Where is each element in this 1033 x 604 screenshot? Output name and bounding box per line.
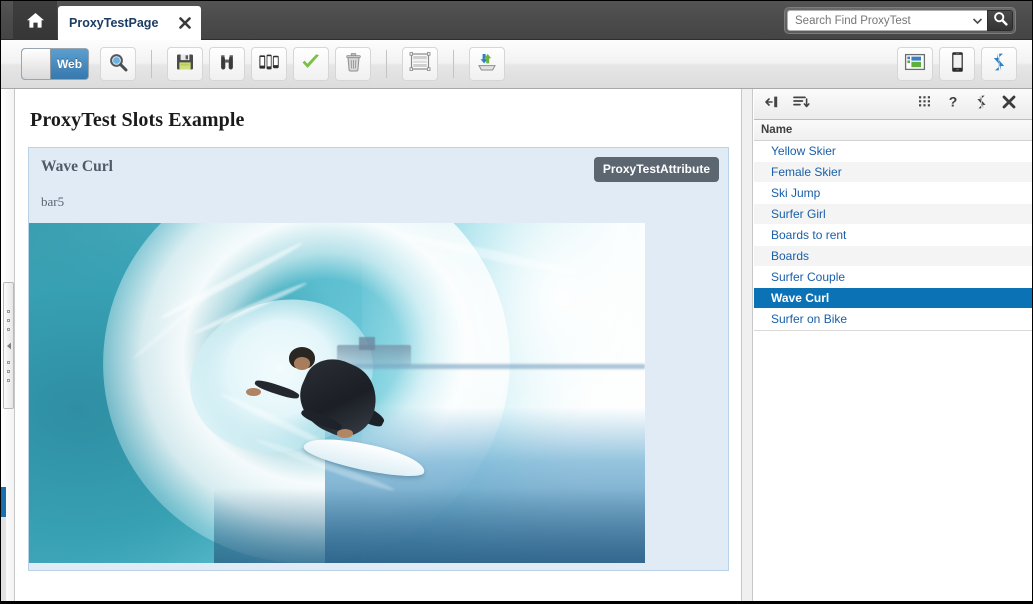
desktop-preview-button[interactable] [897,47,933,81]
left-splitter-rail[interactable] [1,89,15,603]
collapse-left-icon[interactable] [6,337,12,355]
import-export-icon [476,52,498,77]
slot-card: ProxyTestAttribute Wave Curl bar5 [28,147,729,571]
content-vertical-scrollbar[interactable] [741,89,753,603]
search-input[interactable]: Search Find ProxyTest [787,10,987,31]
web-toggle[interactable]: Web [21,48,89,80]
window-bottom-edge [1,601,1032,603]
collapse-panel-button[interactable] [760,92,786,116]
list-item[interactable]: Surfer on Bike [754,309,1032,330]
close-panel-button[interactable] [996,92,1022,116]
magnifier-icon [107,51,129,78]
svg-text:?: ? [949,94,958,109]
search-icon [993,11,1008,31]
surfer-in-wave-barrel-photo [29,223,645,563]
smartphone-icon [950,51,965,78]
toolbar-separator [386,50,387,78]
binoculars-icon [217,52,237,77]
help-icon: ? [947,93,959,114]
close-icon[interactable] [177,15,193,31]
list-item[interactable]: Yellow Skier [754,141,1032,162]
home-button[interactable] [13,1,57,40]
home-icon [26,12,45,29]
grid-dots-icon [918,95,933,113]
refresh-panel-button[interactable] [968,92,994,116]
photo-surfer-hand-front [245,387,261,397]
tab-label: ProxyTestPage [69,16,159,30]
collapse-panel-icon [765,95,781,114]
desktop-screen-icon [904,53,926,76]
title-bar: ProxyTestPage Search Find ProxyTest [1,1,1032,40]
slot-list: Yellow Skier Female Skier Ski Jump Surfer G… [754,141,1032,330]
grip-dot [7,327,10,331]
sort-button[interactable] [788,92,814,116]
layout-rows-icon [409,52,431,76]
toolbar-separator [151,50,152,78]
grid-view-button[interactable] [912,92,938,116]
grip-dot [7,318,10,322]
help-button[interactable]: ? [940,92,966,116]
layout-button[interactable] [402,47,438,81]
refresh-button[interactable] [981,47,1017,81]
green-check-icon [300,52,322,77]
list-item[interactable]: Surfer Couple [754,267,1032,288]
page-title: ProxyTest Slots Example [30,109,245,131]
photo-surfer-hand-back [337,428,354,438]
grip-dot [7,309,10,313]
application-window: ProxyTestPage Search Find ProxyTest Web … [0,0,1033,604]
workspace: ProxyTest Slots Example ProxyTestAttribu… [1,89,1032,603]
save-button[interactable] [167,47,203,81]
photo-surfer-face [293,357,310,370]
list-item[interactable]: Boards to rent [754,225,1032,246]
publish-button[interactable] [469,47,505,81]
photo-horizon [324,364,645,369]
list-item[interactable]: Surfer Girl [754,204,1032,225]
toggle-knob [22,49,51,79]
devices-icon [258,52,280,77]
rail-scroll-track[interactable] [1,517,6,603]
list-item[interactable]: Boards [754,246,1032,267]
web-toggle-label: Web [51,49,88,79]
mobile-preview-button[interactable] [939,47,975,81]
list-item[interactable]: Female Skier [754,162,1032,183]
floppy-disk-icon [175,52,195,77]
search-input-text: Search Find ProxyTest [795,14,911,27]
sort-descending-icon [792,95,810,114]
list-item[interactable]: Wave Curl [754,288,1032,309]
toolbar-separator [453,50,454,78]
delete-button[interactable] [335,47,371,81]
column-header-name: Name [761,124,793,136]
right-panel: ? Name Yellow Skier Female Skier Ski Jum… [754,89,1032,603]
list-end-divider [754,330,1032,331]
photo-pier-tower [358,336,375,351]
right-panel-toolbar: ? [754,89,1032,120]
tab-proxytestpage[interactable]: ProxyTestPage [58,6,201,40]
find-button[interactable] [209,47,245,81]
chevron-down-icon[interactable] [971,11,983,30]
main-toolbar: Web [1,40,1032,89]
content-pane: ProxyTest Slots Example ProxyTestAttribu… [16,89,741,603]
list-column-header: Name [754,120,1032,141]
proxytest-attribute-badge[interactable]: ProxyTestAttribute [593,157,719,182]
sync-arrows-icon [973,94,990,115]
search-button[interactable] [987,10,1013,31]
grip-dot [7,369,10,373]
trash-can-icon [344,52,363,77]
grip-dot [7,360,10,364]
close-icon [1002,95,1016,114]
splitter-handle[interactable] [3,282,14,409]
sync-arrows-icon [988,51,1010,78]
validate-button[interactable] [293,47,329,81]
list-item[interactable]: Ski Jump [754,183,1032,204]
search-box[interactable]: Search Find ProxyTest [784,7,1016,34]
grip-dot [7,378,10,382]
devices-button[interactable] [251,47,287,81]
magnifier-button[interactable] [100,47,136,81]
photo-shadow-layer [213,488,645,563]
rail-scroll-accent[interactable] [1,487,6,517]
